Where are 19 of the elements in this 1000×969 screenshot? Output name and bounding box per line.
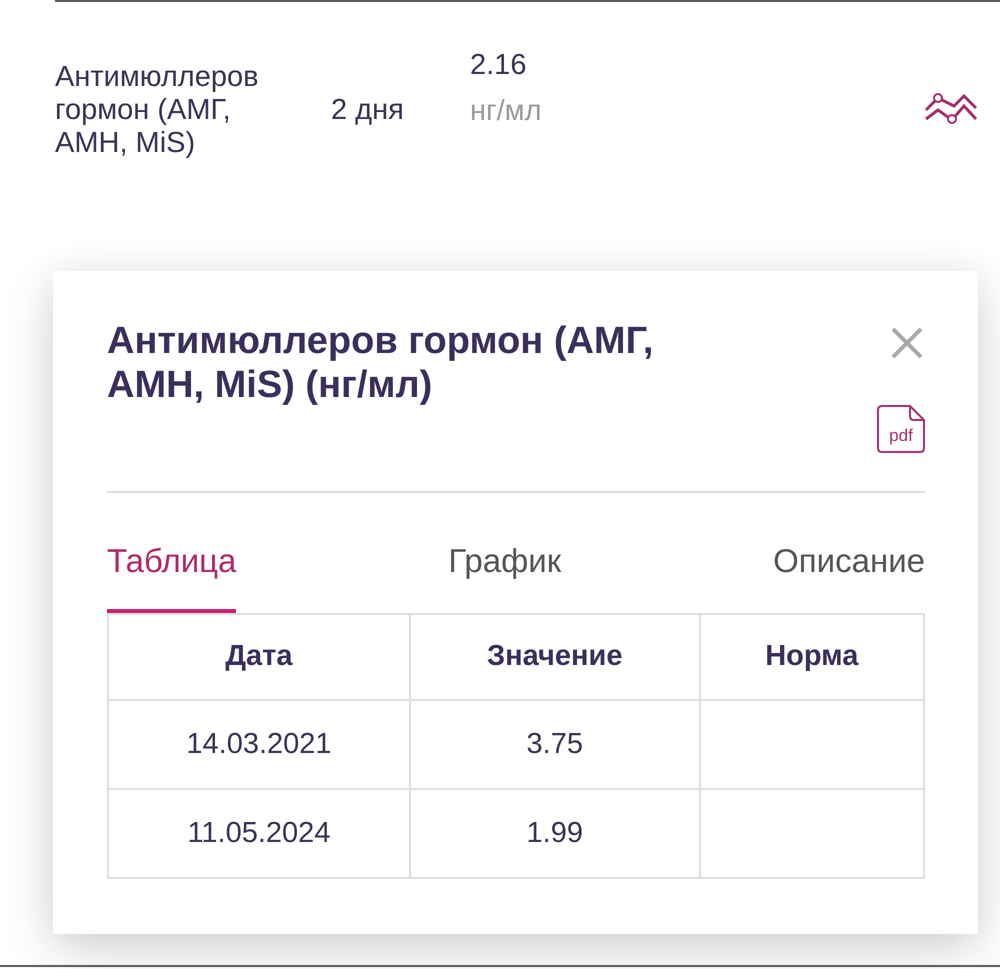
result-unit: нг/мл bbox=[470, 94, 542, 129]
test-name: Антимюллеров гормон (АМГ, АМН, MiS) bbox=[55, 61, 260, 160]
turnaround-time: 2 дня bbox=[330, 94, 405, 127]
column-header: Значение bbox=[410, 614, 700, 700]
close-icon bbox=[891, 327, 923, 359]
column-header: Норма bbox=[700, 614, 924, 700]
result-value: 2.16 bbox=[470, 48, 528, 83]
value-cell: 1.99 bbox=[410, 789, 700, 878]
date-cell: 11.05.2024 bbox=[108, 789, 410, 878]
tab[interactable]: Таблица bbox=[107, 543, 236, 613]
trend-chart-button[interactable] bbox=[924, 92, 978, 124]
tab[interactable]: Описание bbox=[773, 543, 925, 613]
line-chart-icon bbox=[924, 92, 978, 124]
tab[interactable]: График bbox=[448, 543, 562, 613]
date-cell: 14.03.2021 bbox=[108, 700, 410, 789]
column-header: Дата bbox=[108, 614, 410, 700]
value-cell: 3.75 bbox=[410, 700, 700, 789]
dialog-title: Антимюллеров гормон (АМГ, АМН, MiS) (нг/мл) bbox=[107, 319, 654, 407]
pdf-download-button[interactable]: pdf bbox=[877, 405, 925, 453]
